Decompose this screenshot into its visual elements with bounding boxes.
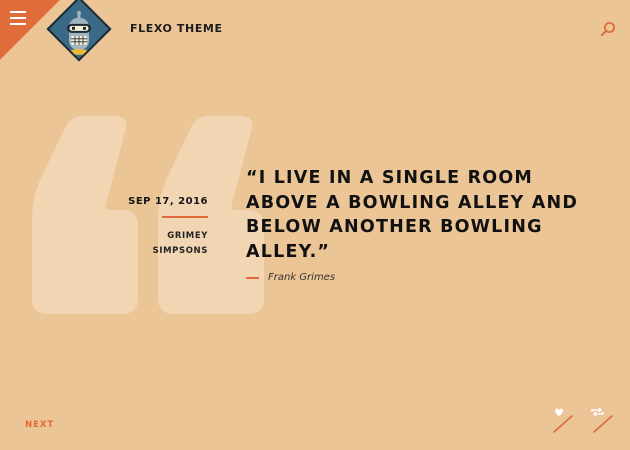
- quote-text: “I LIVE IN A SINGLE ROOM ABOVE A BOWLING…: [246, 168, 579, 262]
- quote-citation: Frank Grimes: [246, 272, 335, 283]
- hamburger-icon: [10, 11, 26, 25]
- citation-dash: [246, 276, 259, 279]
- search-icon[interactable]: [600, 21, 616, 37]
- robot-logo-icon: [56, 8, 102, 55]
- post-author[interactable]: GRIMEY SIMPSONS: [120, 229, 208, 259]
- post-meta: SEP 17, 2016 GRIMEY SIMPSONS: [120, 196, 208, 259]
- site-title[interactable]: FLEXO THEME: [130, 22, 223, 35]
- author-second-line: SIMPSONS: [152, 246, 208, 256]
- next-post-link[interactable]: NEXT: [25, 420, 54, 430]
- heart-icon: [555, 408, 563, 416]
- author-first-line: GRIMEY: [167, 231, 208, 241]
- repeat-icon: [591, 407, 604, 417]
- citation-name: Frank Grimes: [268, 272, 336, 283]
- post-date[interactable]: SEP 17, 2016: [120, 196, 208, 207]
- meta-divider: [162, 216, 208, 218]
- share-button[interactable]: [590, 406, 616, 434]
- like-button[interactable]: [550, 406, 576, 434]
